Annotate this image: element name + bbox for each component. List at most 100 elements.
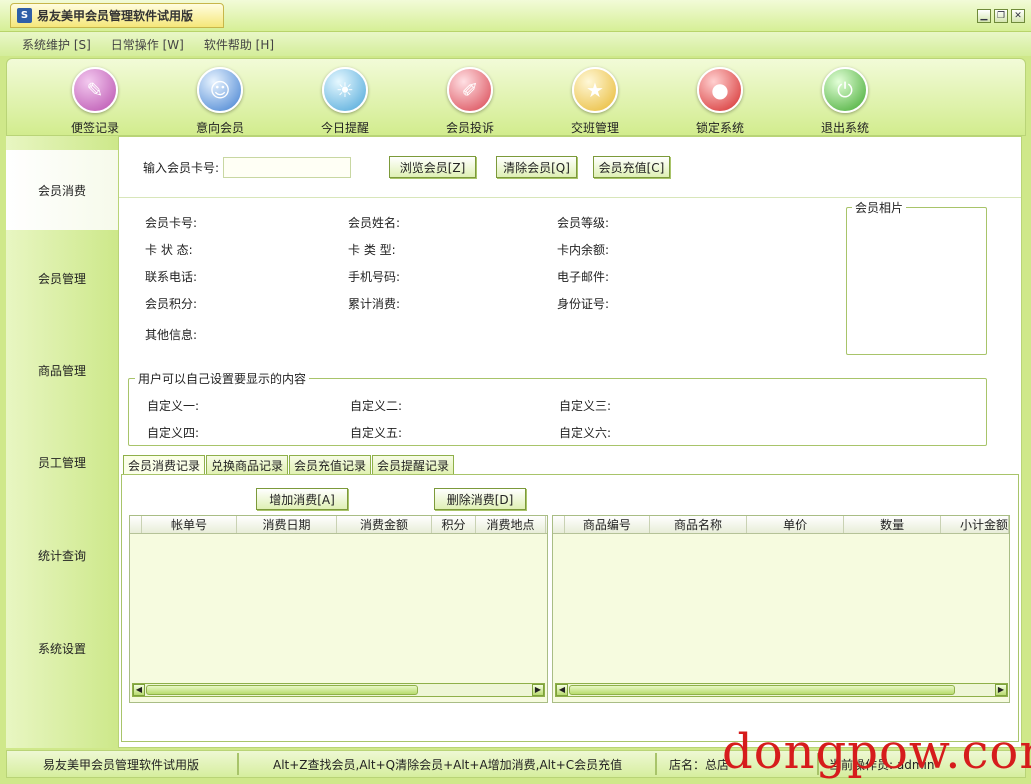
toolbar-prospect-button[interactable]: ☺ 意向会员: [180, 67, 260, 136]
id-number-field: 身份证号:: [557, 297, 610, 311]
grid-row-header: [553, 516, 565, 533]
status-app-name: 易友美甲会员管理软件试用版: [7, 753, 239, 775]
sidebar-item-settings[interactable]: 系统设置: [6, 608, 118, 688]
window-title: 易友美甲会员管理软件试用版: [37, 9, 194, 23]
toolbar-shift-button[interactable]: ★ 交班管理: [555, 67, 635, 136]
recharge-member-button[interactable]: 会员充值[C]: [593, 156, 670, 178]
menu-bar: 系统维护 [S] 日常操作 [W] 软件帮助 [H]: [0, 32, 1031, 56]
product-grid[interactable]: 商品编号 商品名称 单价 数量 小计金额 ◀ ▶: [552, 515, 1010, 703]
title-bar: S 易友美甲会员管理软件试用版 ▁ ❐ ✕: [0, 0, 1031, 32]
main-toolbar: ✎ 便签记录 ☺ 意向会员 ☀ 今日提醒 ✐ 会员投诉 ★ 交班管理 ● 锁定系…: [6, 58, 1026, 136]
toolbar-notes-button[interactable]: ✎ 便签记录: [55, 67, 135, 136]
watermark-text: dongpow.com: [722, 724, 1031, 780]
tab-exchange-records[interactable]: 兑换商品记录: [206, 455, 289, 475]
member-photo-title: 会员相片: [852, 199, 907, 216]
grid-col-points[interactable]: 积分: [432, 516, 476, 533]
complaint-icon: ✐: [447, 67, 493, 113]
consumption-grid-scrollbar[interactable]: ◀ ▶: [132, 683, 545, 697]
grid-col-product-name[interactable]: 商品名称: [650, 516, 748, 533]
sidebar-item-staff[interactable]: 员工管理: [6, 422, 118, 502]
sidebar-item-products[interactable]: 商品管理: [6, 330, 118, 410]
grid-col-date[interactable]: 消费日期: [237, 516, 337, 533]
lock-icon: ●: [697, 67, 743, 113]
sidebar-item-members[interactable]: 会员管理: [6, 238, 118, 318]
window-controls: ▁ ❐ ✕: [977, 9, 1025, 23]
menu-daily-operations[interactable]: 日常操作 [W]: [111, 36, 184, 53]
reminder-icon: ☀: [322, 67, 368, 113]
email-field: 电子邮件:: [557, 270, 610, 284]
member-card-icon: ☺: [197, 67, 243, 113]
consumption-grid[interactable]: 帐单号 消费日期 消费金额 积分 消费地点 ◀ ▶: [129, 515, 548, 703]
toolbar-exit-button[interactable]: ⏻ 退出系统: [805, 67, 885, 136]
grid-col-product-code[interactable]: 商品编号: [565, 516, 651, 533]
delete-consumption-button[interactable]: 删除消费[D]: [434, 488, 526, 510]
custom-field-4: 自定义四:: [147, 426, 200, 440]
mobile-field: 手机号码:: [348, 270, 401, 284]
card-status-field: 卡 状 态:: [145, 243, 193, 257]
tab-panel: 增加消费[A] 删除消费[D] 帐单号 消费日期 消费金额 积分 消费地点 ◀ …: [121, 474, 1019, 742]
clear-member-button[interactable]: 清除会员[Q]: [496, 156, 577, 178]
sidebar-item-statistics[interactable]: 统计查询: [6, 515, 118, 595]
card-number-label: 输入会员卡号:: [143, 161, 220, 175]
tab-consumption-records[interactable]: 会员消费记录: [123, 455, 206, 475]
tab-recharge-records[interactable]: 会员充值记录: [289, 455, 372, 475]
custom-field-5: 自定义五:: [350, 426, 403, 440]
menu-system-maintenance[interactable]: 系统维护 [S]: [22, 36, 91, 53]
toolbar-label: 会员投诉: [445, 121, 494, 135]
toolbar-label: 锁定系统: [695, 121, 744, 135]
product-grid-header: 商品编号 商品名称 单价 数量 小计金额: [553, 516, 1009, 534]
points-field: 会员积分:: [145, 297, 198, 311]
scroll-left-icon[interactable]: ◀: [133, 684, 145, 696]
add-consumption-button[interactable]: 增加消费[A]: [256, 488, 348, 510]
grid-col-bill-no[interactable]: 帐单号: [142, 516, 237, 533]
browse-member-button[interactable]: 浏览会员[Z]: [389, 156, 476, 178]
sidebar-item-consumption[interactable]: 会员消费: [6, 150, 118, 230]
other-info-field: 其他信息:: [145, 328, 198, 342]
grid-col-amount[interactable]: 消费金额: [337, 516, 432, 533]
tab-reminder-records[interactable]: 会员提醒记录: [372, 455, 455, 475]
minimize-icon[interactable]: ▁: [977, 9, 991, 23]
custom-field-2: 自定义二:: [350, 399, 403, 413]
scroll-thumb[interactable]: [146, 685, 418, 695]
menu-help[interactable]: 软件帮助 [H]: [204, 36, 274, 53]
toolbar-label: 退出系统: [820, 121, 869, 135]
toolbar-label: 意向会员: [195, 121, 244, 135]
grid-col-subtotal[interactable]: 小计金额: [941, 516, 1009, 533]
custom-field-6: 自定义六:: [559, 426, 612, 440]
scroll-thumb[interactable]: [569, 685, 955, 695]
close-icon[interactable]: ✕: [1011, 9, 1025, 23]
grid-row-header: [130, 516, 142, 533]
search-row: 输入会员卡号:: [143, 157, 352, 178]
scroll-right-icon[interactable]: ▶: [532, 684, 544, 696]
main-panel: 输入会员卡号: 浏览会员[Z] 清除会员[Q] 会员充值[C] 会员卡号: 会员…: [118, 136, 1022, 748]
toolbar-label: 今日提醒: [320, 121, 369, 135]
toolbar-reminder-button[interactable]: ☀ 今日提醒: [305, 67, 385, 136]
toolbar-label: 交班管理: [570, 121, 619, 135]
scroll-right-icon[interactable]: ▶: [995, 684, 1007, 696]
product-grid-scrollbar[interactable]: ◀ ▶: [555, 683, 1008, 697]
card-number-field: 会员卡号:: [145, 216, 198, 230]
record-tabs: 会员消费记录 兑换商品记录 会员充值记录 会员提醒记录: [123, 455, 455, 475]
scroll-left-icon[interactable]: ◀: [556, 684, 568, 696]
member-photo-box: 会员相片: [846, 199, 987, 355]
grid-col-quantity[interactable]: 数量: [844, 516, 942, 533]
exit-icon: ⏻: [822, 67, 868, 113]
star-icon: ★: [572, 67, 618, 113]
toolbar-lock-button[interactable]: ● 锁定系统: [680, 67, 760, 136]
custom-field-1: 自定义一:: [147, 399, 200, 413]
member-level-field: 会员等级:: [557, 216, 610, 230]
card-type-field: 卡 类 型:: [348, 243, 396, 257]
grid-col-unit-price[interactable]: 单价: [747, 516, 845, 533]
phone-field: 联系电话:: [145, 270, 198, 284]
toolbar-complaint-button[interactable]: ✐ 会员投诉: [430, 67, 510, 136]
app-logo-icon: S: [17, 8, 32, 23]
toolbar-label: 便签记录: [70, 121, 119, 135]
total-spent-field: 累计消费:: [348, 297, 401, 311]
restore-icon[interactable]: ❐: [994, 9, 1008, 23]
card-number-input[interactable]: [223, 157, 352, 178]
member-name-field: 会员姓名:: [348, 216, 401, 230]
consumption-grid-header: 帐单号 消费日期 消费金额 积分 消费地点: [130, 516, 547, 534]
card-balance-field: 卡内余额:: [557, 243, 610, 257]
custom-fields-title: 用户可以自己设置要显示的内容: [135, 370, 310, 387]
grid-col-location[interactable]: 消费地点: [476, 516, 546, 533]
